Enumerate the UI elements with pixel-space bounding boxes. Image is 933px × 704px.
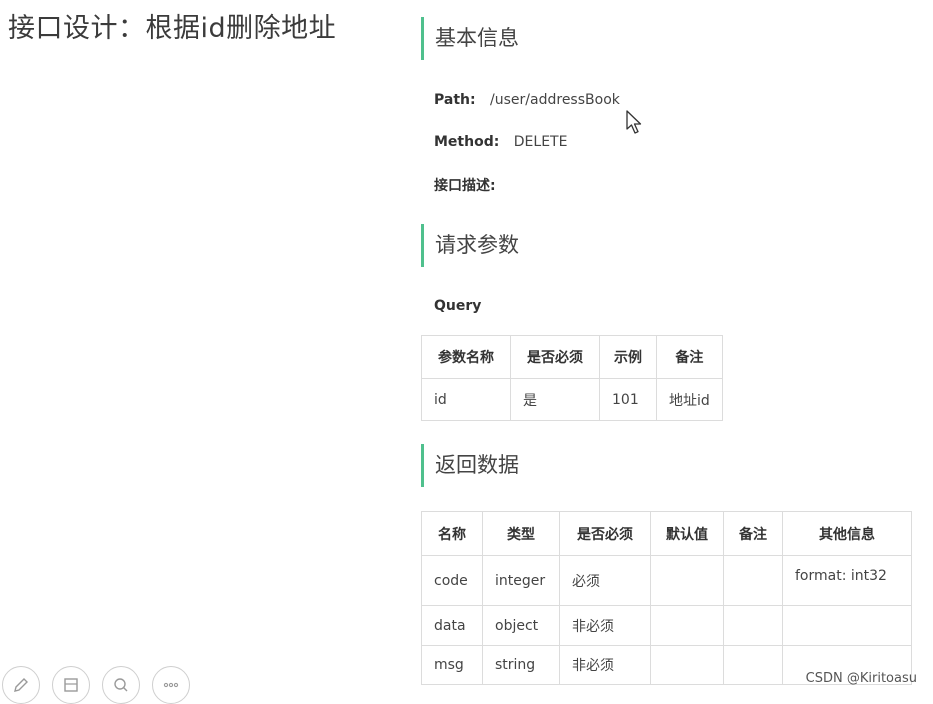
- column-header: 名称: [421, 511, 483, 556]
- table-cell: 地址id: [656, 378, 723, 421]
- pen-icon: [14, 678, 28, 692]
- table-cell: integer: [482, 555, 560, 606]
- response-data-heading: 返回数据: [421, 444, 519, 487]
- query-params-table: 参数名称 是否必须 示例 备注 id 是 101 地址id: [421, 335, 723, 421]
- column-header: 是否必须: [559, 511, 651, 556]
- table-row: id 是 101 地址id: [421, 378, 723, 421]
- column-header: 示例: [599, 335, 657, 379]
- slides-icon: [64, 678, 78, 692]
- table-header-row: 名称 类型 是否必须 默认值 备注 其他信息: [421, 511, 912, 556]
- watermark: CSDN @Kiritoasu: [805, 671, 917, 686]
- table-cell: [723, 645, 783, 685]
- response-data-table: 名称 类型 是否必须 默认值 备注 其他信息 code integer 必须 f…: [421, 511, 912, 685]
- table-cell: string: [482, 645, 560, 685]
- table-cell: 是: [510, 378, 600, 421]
- zoom-icon: [114, 678, 128, 692]
- slides-button[interactable]: [52, 666, 90, 704]
- more-icon: [163, 682, 179, 688]
- request-params-heading: 请求参数: [421, 224, 519, 267]
- slide-title: 接口设计：根据id删除地址: [8, 13, 337, 44]
- table-row: code integer 必须 format: int32: [421, 555, 912, 606]
- description-label: 接口描述:: [434, 178, 496, 194]
- column-header: 备注: [723, 511, 783, 556]
- table-cell: 必须: [559, 555, 651, 606]
- table-cell: data: [421, 605, 483, 646]
- pen-button[interactable]: [2, 666, 40, 704]
- query-label: Query: [434, 298, 482, 314]
- column-header: 是否必须: [510, 335, 600, 379]
- mouse-cursor-icon: [626, 110, 642, 134]
- table-cell: [723, 605, 783, 646]
- column-header: 类型: [482, 511, 560, 556]
- basic-info-heading: 基本信息: [421, 17, 519, 60]
- table-cell: [650, 645, 724, 685]
- column-header: 备注: [656, 335, 723, 379]
- path-value: /user/addressBook: [490, 92, 620, 108]
- table-cell: [650, 555, 724, 606]
- table-cell: 101: [599, 378, 657, 421]
- table-header-row: 参数名称 是否必须 示例 备注: [421, 335, 723, 379]
- table-cell: object: [482, 605, 560, 646]
- table-cell: [650, 605, 724, 646]
- table-cell: 非必须: [559, 605, 651, 646]
- method-value: DELETE: [513, 134, 568, 150]
- path-label: Path:: [434, 92, 476, 108]
- column-header: 参数名称: [421, 335, 511, 379]
- table-cell: msg: [421, 645, 483, 685]
- table-cell: 非必须: [559, 645, 651, 685]
- more-button[interactable]: [152, 666, 190, 704]
- path-row: Path: /user/addressBook: [434, 92, 620, 108]
- table-cell: [723, 555, 783, 606]
- column-header: 默认值: [650, 511, 724, 556]
- table-cell: code: [421, 555, 483, 606]
- table-row: data object 非必须: [421, 605, 912, 646]
- table-cell: [782, 605, 912, 646]
- zoom-button[interactable]: [102, 666, 140, 704]
- presentation-toolbar: [0, 666, 190, 704]
- column-header: 其他信息: [782, 511, 912, 556]
- description-row: 接口描述:: [434, 175, 496, 195]
- method-row: Method: DELETE: [434, 134, 567, 150]
- table-cell: format: int32: [782, 555, 912, 606]
- method-label: Method:: [434, 134, 500, 150]
- table-cell: id: [421, 378, 511, 421]
